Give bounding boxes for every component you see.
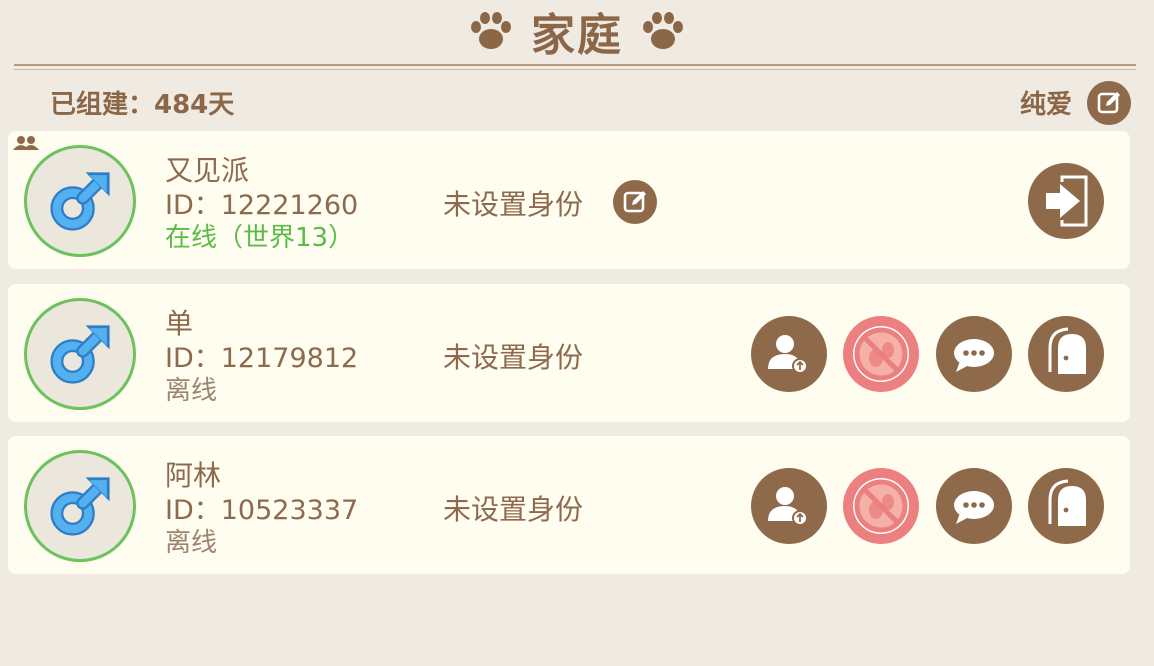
promote-member-icon xyxy=(768,335,808,374)
paw-icon xyxy=(643,12,683,49)
chat-button[interactable] xyxy=(936,316,1012,392)
member-status: 离线 xyxy=(165,528,218,558)
male-icon xyxy=(50,172,110,231)
group-icon xyxy=(13,136,39,150)
member-role: 未设置身份 xyxy=(443,188,584,221)
member-status: 离线 xyxy=(165,376,218,406)
page-title: 家庭 xyxy=(531,10,623,61)
member-role: 未设置身份 xyxy=(443,493,584,526)
chat-icon xyxy=(954,339,994,372)
promote-member-button[interactable] xyxy=(751,316,827,392)
member-card: 又见派 ID：12221260 在线（世界13） 未设置身份 xyxy=(8,131,1130,269)
no-entry-icon xyxy=(853,326,909,382)
member-card: 阿林 ID：10523337 离线 未设置身份 xyxy=(8,436,1130,574)
member-role: 未设置身份 xyxy=(443,341,584,374)
avatar[interactable] xyxy=(24,145,136,257)
edit-icon[interactable] xyxy=(1086,80,1132,126)
door-icon xyxy=(1048,327,1086,374)
family-type-label: 纯爱 xyxy=(1019,90,1072,120)
door-icon xyxy=(1048,479,1086,526)
male-icon xyxy=(50,477,110,536)
exit-icon xyxy=(1046,175,1088,227)
kick-member-button[interactable] xyxy=(1028,468,1104,544)
member-card: 单 ID：12179812 离线 未设置身份 xyxy=(8,284,1130,422)
kick-member-button[interactable] xyxy=(1028,316,1104,392)
divider xyxy=(14,69,1136,70)
ban-member-button[interactable] xyxy=(843,468,919,544)
no-entry-icon xyxy=(853,478,909,534)
member-status: 在线（世界13） xyxy=(165,223,355,253)
chat-icon xyxy=(954,491,994,524)
chat-button[interactable] xyxy=(936,468,1012,544)
avatar[interactable] xyxy=(24,450,136,562)
family-age: 已组建：484天 xyxy=(50,90,235,120)
header: 家庭 xyxy=(0,0,1154,62)
promote-member-button[interactable] xyxy=(751,468,827,544)
ban-member-button[interactable] xyxy=(843,316,919,392)
leave-family-button[interactable] xyxy=(1028,163,1104,239)
divider xyxy=(14,64,1136,66)
edit-icon[interactable] xyxy=(612,179,658,225)
male-icon xyxy=(50,325,110,384)
paw-icon xyxy=(471,12,511,49)
avatar[interactable] xyxy=(24,298,136,410)
promote-member-icon xyxy=(768,487,808,526)
